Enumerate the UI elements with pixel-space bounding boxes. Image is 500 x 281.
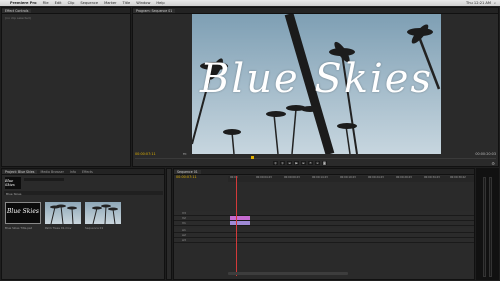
search-icon[interactable]: ⌕ (494, 1, 496, 5)
tools-panel (166, 168, 172, 280)
menu-help[interactable]: Help (156, 1, 164, 5)
extract-icon[interactable]: ⇣ (315, 161, 320, 165)
ruler-label: 00:00:24:23 (368, 176, 384, 179)
menu-app-name[interactable]: Premiere Pro (10, 1, 37, 5)
thumb-caption-3: Sequence 01 (85, 226, 104, 230)
program-fit[interactable]: Fit (183, 152, 187, 156)
program-duration: 00:00:20:03 (475, 152, 496, 156)
ruler-label: 00:00:29:23 (396, 176, 412, 179)
bin-header: Blue Skies (4, 191, 163, 196)
project-tabbar: Project: Blue Skies Media Browser Info E… (2, 169, 164, 175)
timeline-timecode[interactable]: 00:00:07:11 (176, 175, 197, 179)
menu-edit[interactable]: Edit (55, 1, 62, 5)
track-label: A3 (182, 238, 186, 242)
lift-icon[interactable]: ⇡ (308, 161, 313, 165)
tab-effects[interactable]: Effects (79, 170, 96, 174)
settings-icon[interactable]: ⚙ (491, 161, 495, 166)
tab-effect-controls[interactable]: Effect Controls (2, 8, 32, 13)
bin-name: Blue Skies (6, 192, 22, 196)
program-video-frame: Blue Skies (192, 14, 441, 154)
program-playhead[interactable] (251, 156, 254, 159)
project-panel: Project: Blue Skies Media Browser Info E… (1, 168, 165, 280)
project-poster: Blue Skies (5, 177, 21, 189)
ruler-label: 00:00:04:23 (256, 176, 272, 179)
menu-marker[interactable]: Marker (104, 1, 116, 5)
thumb-caption-1: Blue Skies Title.psd (5, 226, 33, 230)
clip-video[interactable] (230, 221, 250, 225)
timeline-tabbar: Sequence 01 (174, 169, 474, 175)
meter-bar-left (483, 177, 486, 277)
timeline-panel: Sequence 01 00:00:07:11 00:00 00:00:04:2… (173, 168, 475, 280)
menu-file[interactable]: File (43, 1, 49, 5)
tab-sequence[interactable]: Sequence 01 (174, 169, 201, 174)
status-area: Thu 12:21 AM ⌕ (460, 0, 496, 6)
timeline-playhead[interactable] (236, 176, 237, 276)
timeline-ruler[interactable]: 00:00 00:00:04:23 00:00:09:23 00:00:14:2… (228, 176, 474, 182)
program-timecode[interactable]: 00:00:07:11 (135, 152, 156, 156)
thumb-caption-2: Palm Trees 01.mov (45, 226, 72, 230)
mark-in-icon[interactable]: { (273, 161, 278, 165)
effect-controls-empty: (no clip selected) (5, 16, 31, 20)
play-icon[interactable]: ▶ (294, 161, 299, 165)
menu-window[interactable]: Window (136, 1, 150, 5)
thumb-title[interactable]: Blue Skies (5, 202, 41, 224)
tab-program[interactable]: Program: Sequence 01 (133, 8, 176, 13)
step-forward-icon[interactable]: ▸ (301, 161, 306, 165)
ruler-label: 00:00:09:23 (284, 176, 300, 179)
track-area: V3 V2 V1 A1 A2 A3 (174, 211, 474, 251)
transport-controls: { } ◂ ▶ ▸ ⇡ ⇣ ◙ (273, 161, 329, 165)
step-back-icon[interactable]: ◂ (287, 161, 292, 165)
track-label: V1 (182, 221, 186, 225)
tab-info[interactable]: Info (67, 170, 79, 174)
meter-bar-right (489, 177, 492, 277)
mark-out-icon[interactable]: } (280, 161, 285, 165)
ruler-label: 00:00:34:23 (424, 176, 440, 179)
title-overlay: Blue Skies (200, 56, 433, 102)
thumb-title-text: Blue Skies (7, 208, 39, 215)
clip-title[interactable] (230, 216, 250, 220)
timeline-scrollbar[interactable] (228, 272, 348, 275)
sequence-thumbnail-image (92, 204, 118, 224)
tab-project[interactable]: Project: Blue Skies (2, 169, 38, 174)
export-frame-icon[interactable]: ◙ (322, 161, 327, 165)
program-monitor: Program: Sequence 01 Blue Skies 00:00:07… (132, 7, 499, 167)
thumbnail-grid: Blue Skies Blue Skies Title.psd Palm Tre… (5, 202, 165, 232)
audio-meters (476, 168, 499, 280)
poster-title: Blue Skies (5, 179, 15, 187)
project-search-field[interactable] (24, 178, 64, 181)
ruler-label: 00:00:19:23 (340, 176, 356, 179)
effect-controls-panel: Effect Controls (no clip selected) (1, 7, 131, 167)
menu-title[interactable]: Title (123, 1, 131, 5)
palms-thumbnail-image (50, 204, 77, 224)
track-a3[interactable]: A3 (174, 238, 474, 243)
menu-bar: Premiere Pro File Edit Clip Sequence Mar… (0, 0, 500, 6)
tab-media-browser[interactable]: Media Browser (37, 170, 67, 174)
thumb-sequence[interactable] (85, 202, 121, 224)
thumb-palms-1[interactable] (45, 202, 81, 224)
ruler-label: 00:00:14:23 (312, 176, 328, 179)
track-v1[interactable]: V1 (174, 221, 474, 226)
playhead-bar[interactable] (135, 158, 496, 159)
clock: Thu 12:21 AM (466, 1, 491, 5)
menu-clip[interactable]: Clip (68, 1, 75, 5)
ruler-label: 00:00:39:22 (450, 176, 466, 179)
menu-sequence[interactable]: Sequence (80, 1, 98, 5)
